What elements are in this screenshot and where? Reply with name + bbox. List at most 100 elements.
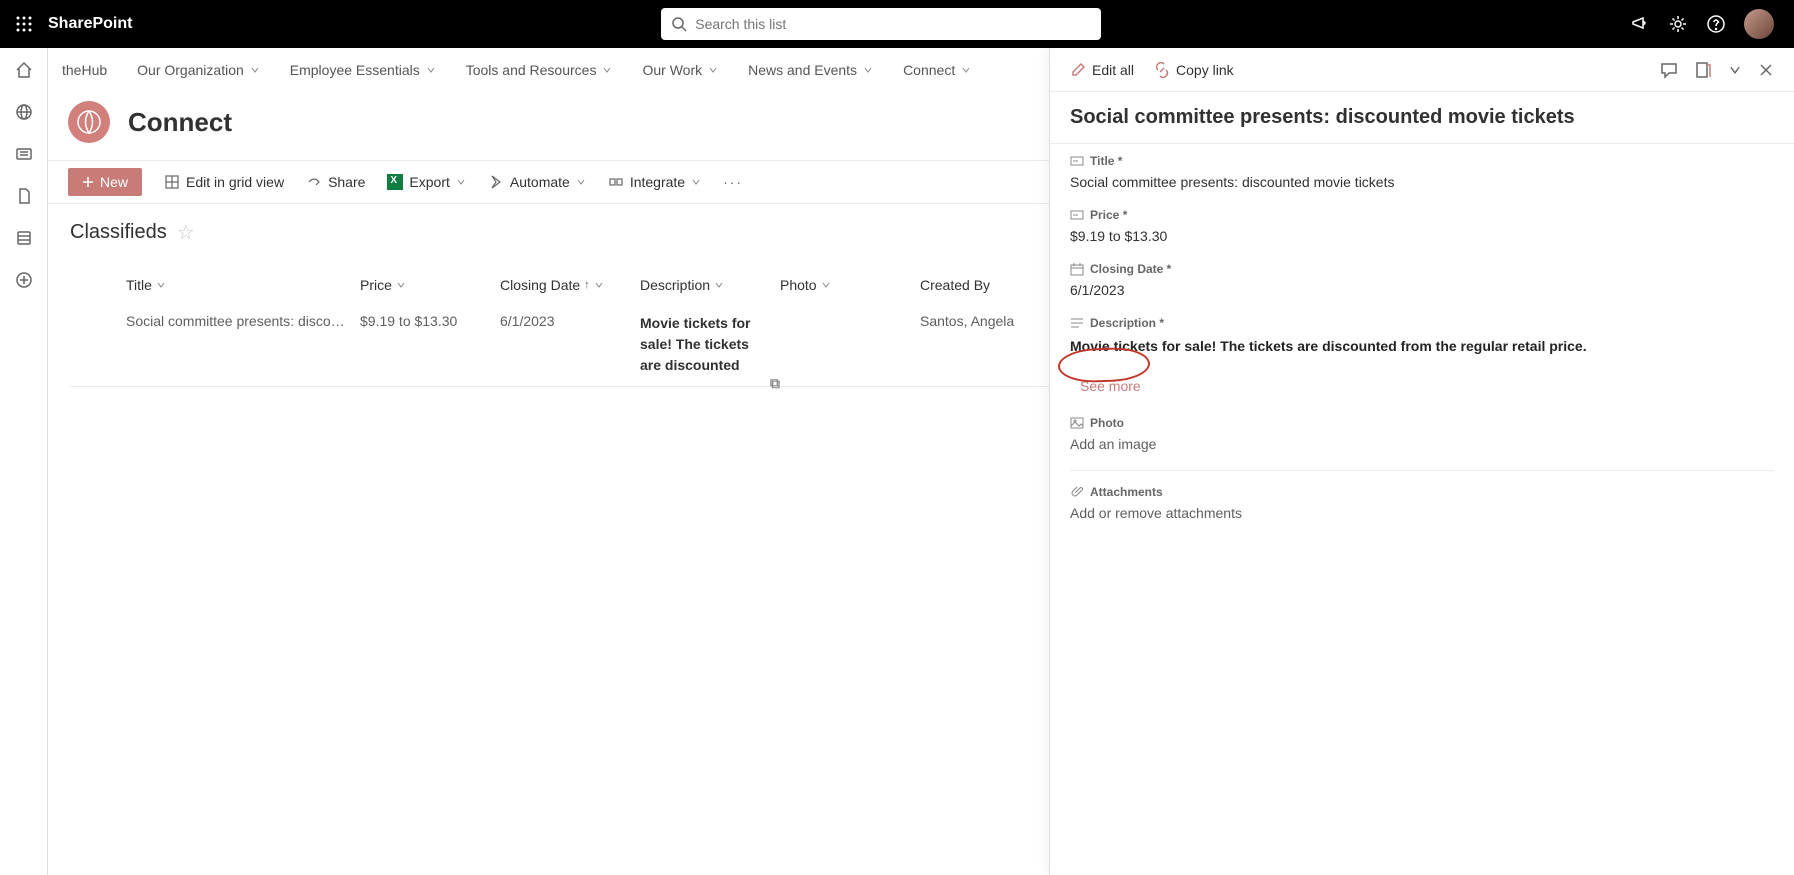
nav-connect[interactable]: Connect <box>903 62 971 78</box>
col-closing[interactable]: Closing Date↑ <box>500 277 640 293</box>
field-closing: Closing Date * 6/1/2023 <box>1070 262 1774 298</box>
chevron-down-icon <box>156 280 166 290</box>
col-photo[interactable]: Photo <box>780 277 920 293</box>
col-title[interactable]: Title <box>70 277 360 293</box>
col-description[interactable]: Description <box>640 277 780 293</box>
cell-closing: 6/1/2023 <box>500 313 640 329</box>
field-description-value[interactable]: Movie tickets for sale! The tickets are … <box>1070 338 1774 354</box>
edit-grid-button[interactable]: Edit in grid view <box>164 174 284 190</box>
link-icon <box>1154 62 1170 78</box>
field-attachments-label: Attachments <box>1070 485 1774 499</box>
close-icon[interactable] <box>1758 62 1774 78</box>
chevron-down-icon <box>426 65 436 75</box>
col-created-by[interactable]: Created By <box>920 277 1040 293</box>
copy-link-label: Copy link <box>1176 62 1234 78</box>
field-closing-value[interactable]: 6/1/2023 <box>1070 282 1774 298</box>
field-photo-label: Photo <box>1070 416 1774 430</box>
help-icon[interactable] <box>1706 14 1726 34</box>
text-field-icon <box>1070 154 1084 168</box>
search-icon <box>671 16 687 32</box>
list-title: Classifieds <box>70 221 167 244</box>
nav-thehub[interactable]: theHub <box>62 62 107 78</box>
app-launcher[interactable] <box>8 8 40 40</box>
suite-actions <box>1630 9 1786 39</box>
megaphone-icon[interactable] <box>1630 14 1650 34</box>
favorite-star-icon[interactable]: ☆ <box>177 220 195 245</box>
app-name[interactable]: SharePoint <box>48 15 132 33</box>
automate-label: Automate <box>510 174 570 190</box>
search-box[interactable] <box>661 8 1101 40</box>
field-price-value[interactable]: $9.19 to $13.30 <box>1070 228 1774 244</box>
details-panel: Edit all Copy link Social committee pres… <box>1049 48 1794 875</box>
nav-label: Tools and Resources <box>466 62 597 78</box>
site-name[interactable]: Connect <box>128 107 232 138</box>
automate-button[interactable]: Automate <box>488 174 586 190</box>
edit-grid-label: Edit in grid view <box>186 174 284 190</box>
cell-description: Movie tickets for sale! The tickets are … <box>640 313 780 376</box>
chevron-down-icon <box>250 65 260 75</box>
integrate-label: Integrate <box>630 174 685 190</box>
nav-employee-essentials[interactable]: Employee Essentials <box>290 62 436 78</box>
attachments-action[interactable]: Add or remove attachments <box>1070 505 1774 521</box>
image-icon <box>1070 416 1084 430</box>
chevron-down-icon <box>602 65 612 75</box>
field-title-label: Title * <box>1070 154 1774 168</box>
field-closing-label: Closing Date * <box>1070 262 1774 276</box>
sort-asc-icon: ↑ <box>584 279 590 291</box>
globe-icon[interactable] <box>12 100 36 124</box>
col-price[interactable]: Price <box>360 277 500 293</box>
field-title-value[interactable]: Social committee presents: discounted mo… <box>1070 174 1774 190</box>
copy-link-button[interactable]: Copy link <box>1154 62 1234 78</box>
see-more-wrap: See more <box>1070 354 1151 398</box>
multiline-icon <box>1070 316 1084 330</box>
pencil-icon <box>1070 62 1086 78</box>
chevron-down-icon <box>396 280 406 290</box>
user-avatar[interactable] <box>1744 9 1774 39</box>
nav-our-organization[interactable]: Our Organization <box>137 62 260 78</box>
text-field-icon <box>1070 208 1084 222</box>
settings-icon[interactable] <box>1668 14 1688 34</box>
cell-title: Social committee presents: discounted mo… <box>70 313 360 329</box>
comment-icon[interactable] <box>1660 61 1678 79</box>
edit-all-label: Edit all <box>1092 62 1134 78</box>
calendar-icon <box>1070 262 1084 276</box>
chevron-down-icon <box>594 280 604 290</box>
new-label: New <box>100 174 128 190</box>
chevron-down-icon <box>708 65 718 75</box>
field-price: Price * $9.19 to $13.30 <box>1070 208 1774 244</box>
files-icon[interactable] <box>12 184 36 208</box>
favorite-icon[interactable] <box>1694 61 1712 79</box>
edit-all-button[interactable]: Edit all <box>1070 62 1134 78</box>
chevron-down-icon <box>821 280 831 290</box>
app-bar <box>0 48 48 875</box>
nav-news-events[interactable]: News and Events <box>748 62 873 78</box>
nav-tools-resources[interactable]: Tools and Resources <box>466 62 613 78</box>
chevron-down-icon <box>961 65 971 75</box>
integrate-button[interactable]: Integrate <box>608 174 701 190</box>
integrate-icon <box>608 174 624 190</box>
new-button[interactable]: New <box>68 168 142 196</box>
flow-icon <box>488 174 504 190</box>
see-more-button[interactable]: See more <box>1070 374 1151 398</box>
share-button[interactable]: Share <box>306 174 365 190</box>
popout-icon[interactable]: ⧉ <box>770 373 780 394</box>
export-button[interactable]: Export <box>387 174 465 190</box>
grid-icon <box>164 174 180 190</box>
attachment-icon <box>1070 485 1084 499</box>
nav-our-work[interactable]: Our Work <box>642 62 718 78</box>
news-icon[interactable] <box>12 142 36 166</box>
home-icon[interactable] <box>12 58 36 82</box>
field-attachments: Attachments Add or remove attachments <box>1070 470 1774 521</box>
site-logo[interactable] <box>68 101 110 143</box>
chevron-down-icon[interactable] <box>1728 63 1742 77</box>
chevron-down-icon <box>691 177 701 187</box>
nav-label: theHub <box>62 62 107 78</box>
more-button[interactable]: ··· <box>723 174 743 190</box>
cell-created-by: Santos, Angela <box>920 313 1040 329</box>
lists-icon[interactable] <box>12 226 36 250</box>
search-input[interactable] <box>695 16 1091 32</box>
chevron-down-icon <box>456 177 466 187</box>
create-icon[interactable] <box>12 268 36 292</box>
field-photo: Photo Add an image <box>1070 416 1774 452</box>
add-image-button[interactable]: Add an image <box>1070 436 1774 452</box>
